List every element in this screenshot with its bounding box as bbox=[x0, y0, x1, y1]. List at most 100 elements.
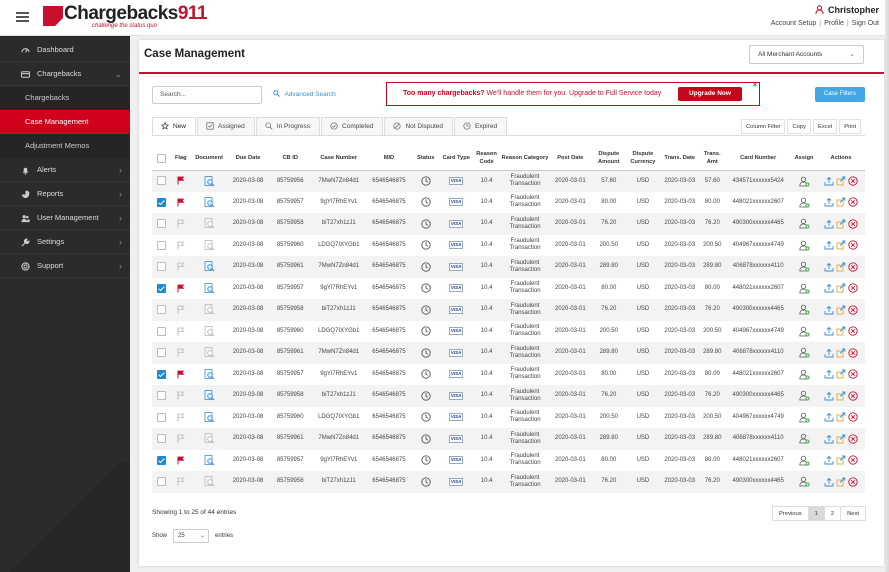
excel-button[interactable]: Excel bbox=[813, 119, 838, 134]
document-search-icon[interactable] bbox=[204, 239, 215, 251]
row-select-cell[interactable] bbox=[152, 321, 170, 343]
table-row[interactable]: 2020-03-08 85759957 9gYl7RhEYv1 6546546875 V… bbox=[152, 364, 865, 386]
close-icon[interactable]: × bbox=[753, 75, 757, 97]
document-cell[interactable] bbox=[191, 235, 226, 257]
column-header-due-date[interactable]: Due Date bbox=[226, 147, 270, 171]
print-button[interactable]: Print bbox=[839, 119, 862, 134]
row-checkbox[interactable] bbox=[156, 197, 166, 207]
row-checkbox[interactable] bbox=[156, 219, 166, 229]
forward-icon[interactable] bbox=[836, 305, 846, 315]
forward-icon[interactable] bbox=[836, 197, 846, 207]
document-search-icon[interactable] bbox=[204, 347, 215, 358]
document-cell[interactable] bbox=[191, 407, 226, 429]
flag-icon[interactable] bbox=[177, 434, 185, 443]
row-select-cell[interactable] bbox=[152, 192, 170, 214]
tab-in-progress[interactable]: In Progress bbox=[255, 117, 321, 135]
tab-new[interactable]: New bbox=[152, 117, 197, 135]
reject-icon[interactable] bbox=[848, 369, 858, 379]
table-row[interactable]: 2020-03-08 85759958 biT27xh1zJ1 6546546875 V… bbox=[152, 385, 865, 407]
pagination-page-2[interactable]: 2 bbox=[823, 506, 842, 521]
tab-assigned[interactable]: Assigned bbox=[197, 117, 255, 135]
case-filters-button[interactable]: Case Filters bbox=[815, 87, 865, 102]
assign-cell[interactable] bbox=[791, 428, 817, 450]
flag-cell[interactable] bbox=[170, 278, 191, 300]
pagination-page-1[interactable]: 1 bbox=[807, 506, 825, 521]
table-row[interactable]: 2020-03-08 85759961 7MwN7Zn84d1 6546546875 V… bbox=[152, 342, 865, 364]
flag-cell[interactable] bbox=[170, 364, 191, 386]
document-search-icon[interactable] bbox=[204, 476, 215, 487]
tab-expired[interactable]: Expired bbox=[454, 117, 508, 135]
reject-icon[interactable] bbox=[848, 391, 858, 401]
assign-cell[interactable] bbox=[791, 278, 817, 300]
reject-icon[interactable] bbox=[848, 240, 858, 250]
upload-icon[interactable] bbox=[824, 283, 834, 293]
row-checkbox[interactable] bbox=[156, 455, 166, 465]
assign-user-icon[interactable] bbox=[798, 433, 810, 444]
assign-user-icon[interactable] bbox=[798, 261, 810, 272]
table-row[interactable]: 2020-03-08 85759957 9gYl7RhEYv1 6546546875 V… bbox=[152, 192, 865, 214]
forward-icon[interactable] bbox=[836, 455, 846, 465]
column-header-select[interactable] bbox=[152, 147, 171, 171]
flag-cell[interactable] bbox=[170, 256, 192, 278]
reject-icon[interactable] bbox=[848, 305, 858, 315]
reject-icon[interactable] bbox=[848, 197, 858, 207]
column-header-case-number[interactable]: Case Number bbox=[311, 147, 367, 171]
document-search-icon[interactable] bbox=[204, 261, 215, 272]
select-all-checkbox[interactable] bbox=[156, 153, 166, 163]
profile-link[interactable]: Profile bbox=[824, 20, 844, 27]
reject-icon[interactable] bbox=[848, 477, 858, 487]
flag-cell[interactable] bbox=[170, 213, 192, 235]
forward-icon[interactable] bbox=[836, 369, 846, 379]
row-checkbox[interactable] bbox=[156, 176, 166, 186]
assign-cell[interactable] bbox=[791, 407, 817, 429]
assign-cell[interactable] bbox=[791, 213, 817, 235]
column-header-trans-date[interactable]: Trans. Date bbox=[659, 147, 700, 171]
row-checkbox[interactable] bbox=[156, 262, 166, 272]
upload-icon[interactable] bbox=[824, 455, 834, 465]
sidebar-item-settings[interactable]: Settings › bbox=[0, 230, 130, 254]
sidebar-item-alerts[interactable]: Alerts › bbox=[0, 158, 130, 182]
upload-icon[interactable] bbox=[824, 219, 834, 229]
document-cell[interactable] bbox=[191, 299, 227, 321]
flag-cell[interactable] bbox=[170, 170, 192, 192]
flag-cell[interactable] bbox=[170, 407, 191, 429]
forward-icon[interactable] bbox=[836, 391, 846, 401]
column-header-trans-amt[interactable]: Trans. Amt bbox=[699, 147, 726, 171]
flag-icon[interactable] bbox=[177, 456, 185, 465]
document-cell[interactable] bbox=[191, 170, 227, 192]
column-header-status[interactable]: Status bbox=[411, 147, 441, 171]
sidebar-item-dashboard[interactable]: Dashboard bbox=[0, 38, 130, 62]
copy-button[interactable]: Copy bbox=[787, 119, 812, 134]
flag-icon[interactable] bbox=[177, 477, 185, 486]
upload-icon[interactable] bbox=[824, 240, 834, 250]
flag-cell[interactable] bbox=[170, 385, 192, 407]
forward-icon[interactable] bbox=[836, 219, 846, 229]
column-header-assign[interactable]: Assign bbox=[791, 147, 817, 171]
document-cell[interactable] bbox=[191, 213, 227, 235]
reject-icon[interactable] bbox=[848, 412, 858, 422]
row-select-cell[interactable] bbox=[152, 364, 170, 386]
flag-icon[interactable] bbox=[177, 370, 185, 379]
row-select-cell[interactable] bbox=[152, 256, 171, 278]
upload-icon[interactable] bbox=[824, 434, 834, 444]
column-header-cb-id[interactable]: CB ID bbox=[269, 147, 312, 171]
row-checkbox[interactable] bbox=[156, 412, 166, 422]
document-cell[interactable] bbox=[191, 385, 227, 407]
column-header-mid[interactable]: MID bbox=[366, 147, 412, 171]
column-header-reason-category[interactable]: Reason Category bbox=[500, 147, 550, 171]
flag-cell[interactable] bbox=[170, 471, 192, 493]
assign-user-icon[interactable] bbox=[798, 369, 810, 380]
document-cell[interactable] bbox=[191, 364, 226, 386]
upload-icon[interactable] bbox=[824, 305, 834, 315]
table-row[interactable]: 2020-03-08 85759960 LDGQ7IXYGb1 6546546875 V… bbox=[152, 235, 865, 257]
assign-cell[interactable] bbox=[791, 450, 817, 472]
flag-icon[interactable] bbox=[177, 176, 185, 185]
account-setup-link[interactable]: Account Setup bbox=[771, 20, 817, 27]
assign-user-icon[interactable] bbox=[798, 240, 810, 251]
sidebar-subitem-adjustment-memos[interactable]: Adjustment Memos bbox=[0, 134, 130, 158]
assign-user-icon[interactable] bbox=[798, 455, 810, 466]
document-cell[interactable] bbox=[191, 321, 226, 343]
flag-icon[interactable] bbox=[177, 262, 185, 271]
document-cell[interactable] bbox=[191, 342, 227, 364]
flag-icon[interactable] bbox=[177, 305, 185, 314]
